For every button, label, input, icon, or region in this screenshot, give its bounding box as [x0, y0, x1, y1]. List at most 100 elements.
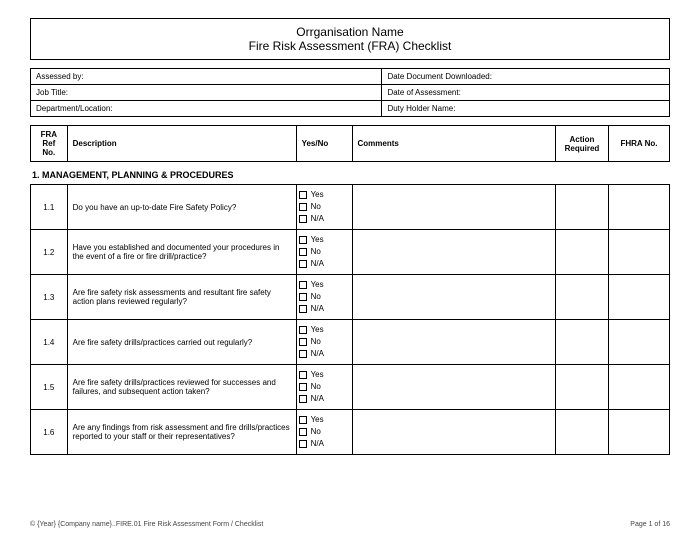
yes-label: Yes — [311, 324, 324, 336]
item-desc: Are any findings from risk assessment an… — [67, 410, 296, 455]
item-action[interactable] — [556, 185, 609, 230]
no-label: No — [311, 381, 321, 393]
yes-label: Yes — [311, 369, 324, 381]
checklist-table: 1.1Do you have an up-to-date Fire Safety… — [30, 184, 670, 455]
checkbox-no[interactable] — [299, 248, 307, 256]
footer-left: © {Year} {Company name}..FIRE.01 Fire Ri… — [30, 521, 263, 528]
header-yn: Yes/No — [296, 126, 352, 162]
checklist-row: 1.5Are fire safety drills/practices revi… — [31, 365, 670, 410]
checklist-row: 1.4Are fire safety drills/practices carr… — [31, 320, 670, 365]
no-label: No — [311, 246, 321, 258]
dept-loc-label[interactable]: Department/Location: — [31, 101, 382, 117]
item-fhra[interactable] — [608, 365, 669, 410]
item-comments[interactable] — [352, 320, 556, 365]
date-downloaded-label[interactable]: Date Document Downloaded: — [382, 69, 670, 85]
no-label: No — [311, 336, 321, 348]
yes-label: Yes — [311, 234, 324, 246]
item-comments[interactable] — [352, 275, 556, 320]
checkbox-yes[interactable] — [299, 236, 307, 244]
checkbox-no[interactable] — [299, 338, 307, 346]
checkbox-yes[interactable] — [299, 326, 307, 334]
header-desc: Description — [67, 126, 296, 162]
checkbox-na[interactable] — [299, 395, 307, 403]
na-label: N/A — [311, 438, 324, 450]
job-title-label[interactable]: Job Title: — [31, 85, 382, 101]
item-desc: Do you have an up-to-date Fire Safety Po… — [67, 185, 296, 230]
item-yn: YesNoN/A — [296, 365, 352, 410]
na-label: N/A — [311, 303, 324, 315]
checkbox-na[interactable] — [299, 440, 307, 448]
checkbox-no[interactable] — [299, 293, 307, 301]
item-ref: 1.3 — [31, 275, 68, 320]
item-yn: YesNoN/A — [296, 275, 352, 320]
checkbox-yes[interactable] — [299, 191, 307, 199]
header-ref: FRA Ref No. — [31, 126, 68, 162]
yes-label: Yes — [311, 279, 324, 291]
item-ref: 1.5 — [31, 365, 68, 410]
checklist-row: 1.6Are any findings from risk assessment… — [31, 410, 670, 455]
item-action[interactable] — [556, 230, 609, 275]
item-fhra[interactable] — [608, 275, 669, 320]
checkbox-no[interactable] — [299, 428, 307, 436]
item-comments[interactable] — [352, 410, 556, 455]
section-title: 1. MANAGEMENT, PLANNING & PROCEDURES — [30, 162, 670, 184]
column-headers: FRA Ref No. Description Yes/No Comments … — [30, 125, 670, 162]
no-label: No — [311, 426, 321, 438]
item-yn: YesNoN/A — [296, 320, 352, 365]
checkbox-yes[interactable] — [299, 371, 307, 379]
item-desc: Are fire safety drills/practices carried… — [67, 320, 296, 365]
item-fhra[interactable] — [608, 410, 669, 455]
duty-holder-label[interactable]: Duty Holder Name: — [382, 101, 670, 117]
item-action[interactable] — [556, 365, 609, 410]
assessed-by-label[interactable]: Assessed by: — [31, 69, 382, 85]
item-fhra[interactable] — [608, 230, 669, 275]
footer: © {Year} {Company name}..FIRE.01 Fire Ri… — [30, 521, 670, 528]
item-action[interactable] — [556, 275, 609, 320]
checkbox-no[interactable] — [299, 383, 307, 391]
checkbox-na[interactable] — [299, 305, 307, 313]
checkbox-yes[interactable] — [299, 281, 307, 289]
na-label: N/A — [311, 348, 324, 360]
na-label: N/A — [311, 393, 324, 405]
header-fhra: FHRA No. — [608, 126, 669, 162]
item-fhra[interactable] — [608, 185, 669, 230]
date-assessment-label[interactable]: Date of Assessment: — [382, 85, 670, 101]
item-ref: 1.2 — [31, 230, 68, 275]
header-comments: Comments — [352, 126, 556, 162]
item-fhra[interactable] — [608, 320, 669, 365]
org-name: Orrganisation Name — [31, 25, 669, 39]
checkbox-na[interactable] — [299, 215, 307, 223]
no-label: No — [311, 291, 321, 303]
checkbox-no[interactable] — [299, 203, 307, 211]
item-ref: 1.6 — [31, 410, 68, 455]
checkbox-na[interactable] — [299, 350, 307, 358]
item-comments[interactable] — [352, 230, 556, 275]
na-label: N/A — [311, 213, 324, 225]
na-label: N/A — [311, 258, 324, 270]
item-ref: 1.4 — [31, 320, 68, 365]
checkbox-na[interactable] — [299, 260, 307, 268]
item-yn: YesNoN/A — [296, 230, 352, 275]
yes-label: Yes — [311, 189, 324, 201]
checkbox-yes[interactable] — [299, 416, 307, 424]
checklist-row: 1.2Have you established and documented y… — [31, 230, 670, 275]
item-yn: YesNoN/A — [296, 185, 352, 230]
doc-title: Fire Risk Assessment (FRA) Checklist — [31, 39, 669, 53]
item-yn: YesNoN/A — [296, 410, 352, 455]
header-action: Action Required — [556, 126, 609, 162]
item-desc: Are fire safety drills/practices reviewe… — [67, 365, 296, 410]
checklist-row: 1.1Do you have an up-to-date Fire Safety… — [31, 185, 670, 230]
no-label: No — [311, 201, 321, 213]
item-action[interactable] — [556, 320, 609, 365]
item-desc: Have you established and documented your… — [67, 230, 296, 275]
meta-table: Assessed by: Date Document Downloaded: J… — [30, 68, 670, 117]
title-box: Orrganisation Name Fire Risk Assessment … — [30, 18, 670, 60]
yes-label: Yes — [311, 414, 324, 426]
item-ref: 1.1 — [31, 185, 68, 230]
item-action[interactable] — [556, 410, 609, 455]
footer-right: Page 1 of 16 — [630, 521, 670, 528]
checklist-row: 1.3Are fire safety risk assessments and … — [31, 275, 670, 320]
item-desc: Are fire safety risk assessments and res… — [67, 275, 296, 320]
item-comments[interactable] — [352, 365, 556, 410]
item-comments[interactable] — [352, 185, 556, 230]
